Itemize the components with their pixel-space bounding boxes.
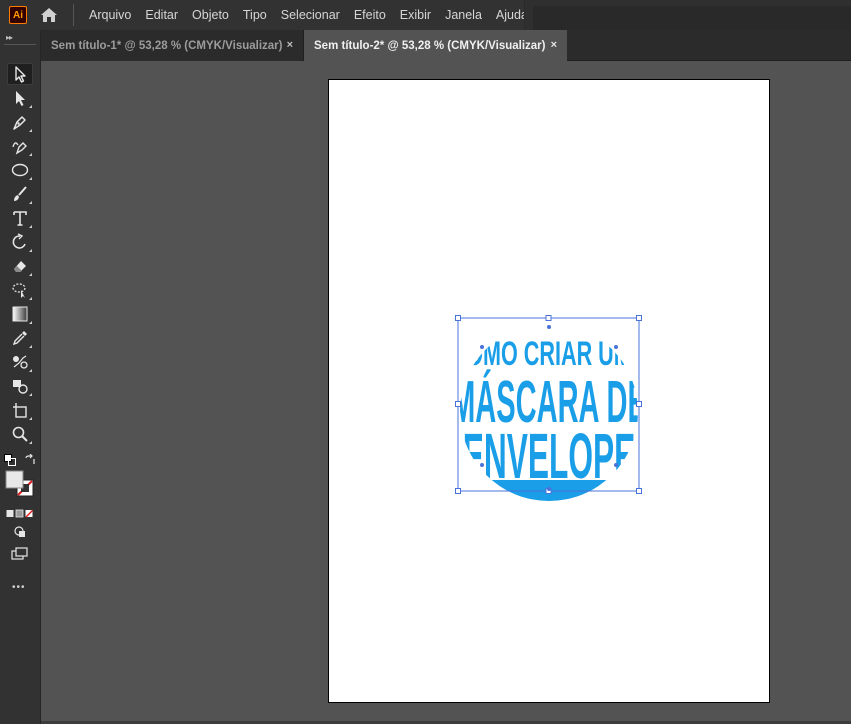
shape-builder-tool-icon[interactable] xyxy=(7,375,33,397)
menu-divider xyxy=(73,4,74,26)
paintbrush-tool-icon[interactable] xyxy=(7,183,33,205)
type-tool-icon[interactable] xyxy=(7,207,33,229)
menu-bar: Ai Arquivo Editar Objeto Tipo Selecionar Efei… xyxy=(0,0,851,30)
direct-selection-tool-icon[interactable] xyxy=(7,87,33,109)
menu-editar[interactable]: Editar xyxy=(145,8,178,22)
lasso-tool-icon[interactable] xyxy=(7,279,33,301)
fill-stroke-swatch[interactable] xyxy=(5,470,35,498)
tools-panel: ▸▸ ••• xyxy=(0,30,41,724)
search-area xyxy=(524,0,851,30)
gradient-tool-icon[interactable] xyxy=(7,303,33,325)
selection-tool-icon[interactable] xyxy=(7,63,33,85)
app-logo: Ai xyxy=(9,6,27,24)
tab-document-2[interactable]: Sem título-2* @ 53,28 % (CMYK/Visualizar… xyxy=(304,30,567,61)
canvas[interactable]: COMO CRIAR UMA MÁSCARA DE ENVELOPE xyxy=(41,61,851,724)
menu-objeto[interactable]: Objeto xyxy=(192,8,229,22)
swap-colors-icon[interactable] xyxy=(24,453,36,465)
artwork[interactable]: COMO CRIAR UMA MÁSCARA DE ENVELOPE xyxy=(329,80,771,704)
artwork-text-line-1: COMO CRIAR UMA xyxy=(451,335,648,373)
default-colors-icon[interactable] xyxy=(4,453,16,466)
eraser-tool-icon[interactable] xyxy=(7,255,33,277)
tab-label: Sem título-2* @ 53,28 % (CMYK/Visualizar… xyxy=(314,39,546,52)
menu-tipo[interactable]: Tipo xyxy=(243,8,267,22)
menu-arquivo[interactable]: Arquivo xyxy=(89,8,131,22)
menu-selecionar[interactable]: Selecionar xyxy=(281,8,340,22)
eyedropper-tool-icon[interactable] xyxy=(7,327,33,349)
close-icon[interactable]: × xyxy=(287,39,293,51)
ellipse-tool-icon[interactable] xyxy=(7,159,33,181)
pen-tool-icon[interactable] xyxy=(7,111,33,133)
tab-label: Sem título-1* @ 53,28 % (CMYK/Visualizar… xyxy=(51,39,283,52)
rotate-tool-icon[interactable] xyxy=(7,231,33,253)
menu-efeito[interactable]: Efeito xyxy=(354,8,386,22)
color-mode-icons[interactable] xyxy=(6,506,34,518)
drawing-modes-icon[interactable] xyxy=(13,525,27,539)
panel-collapse-icon[interactable]: ▸▸ xyxy=(6,33,13,42)
home-icon[interactable] xyxy=(40,7,58,23)
zoom-tool-icon[interactable] xyxy=(7,423,33,445)
menu-items: Arquivo Editar Objeto Tipo Selecionar Efeito E… xyxy=(89,0,542,30)
menu-janela[interactable]: Janela xyxy=(445,8,482,22)
panel-divider xyxy=(4,44,36,45)
screen-mode-icon[interactable] xyxy=(11,547,29,561)
curvature-tool-icon[interactable] xyxy=(7,135,33,157)
close-icon[interactable]: × xyxy=(551,39,557,51)
artboard[interactable]: COMO CRIAR UMA MÁSCARA DE ENVELOPE xyxy=(328,79,770,703)
document-tabs: Sem título-1* @ 53,28 % (CMYK/Visualizar… xyxy=(41,30,851,61)
artboard-tool-icon[interactable] xyxy=(7,399,33,421)
workspace-bar xyxy=(533,6,851,30)
menu-exibir[interactable]: Exibir xyxy=(400,8,431,22)
edit-toolbar-icon[interactable]: ••• xyxy=(12,582,26,593)
tab-document-1[interactable]: Sem título-1* @ 53,28 % (CMYK/Visualizar… xyxy=(41,30,304,61)
blend-tool-icon[interactable] xyxy=(7,351,33,373)
